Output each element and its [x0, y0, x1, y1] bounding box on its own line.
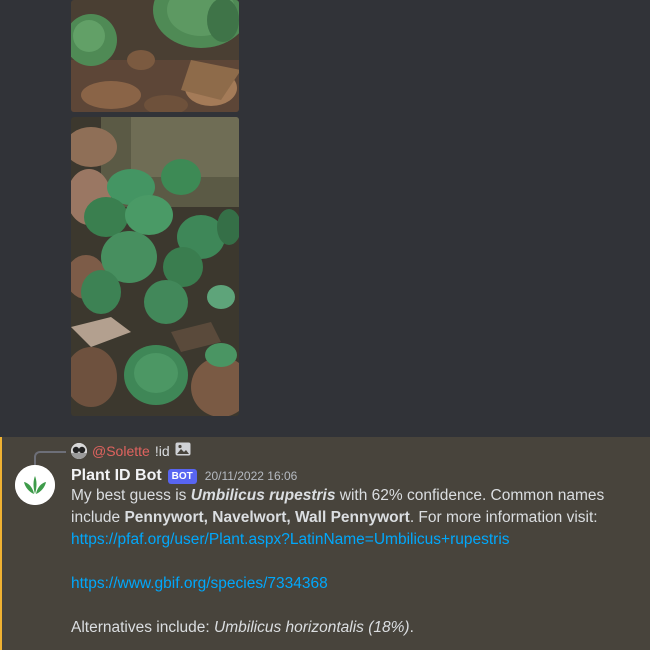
mention-highlight-bar: [0, 437, 2, 650]
bot-message: @Solette !id Plant ID Bot BOT 20/11/2022…: [0, 437, 650, 650]
image-icon: [175, 442, 191, 460]
alternatives-suffix: .: [409, 619, 414, 636]
alternatives-prefix: Alternatives include:: [71, 619, 215, 636]
plant-leaves-icon: [15, 465, 55, 505]
pfaf-link[interactable]: https://pfaf.org/user/Plant.aspx?LatinNa…: [71, 531, 510, 548]
reply-author[interactable]: @Solette: [92, 443, 150, 459]
message-timestamp: 20/11/2022 16:06: [204, 469, 298, 483]
attachment-image-2[interactable]: [71, 117, 239, 416]
species-name: Umbilicus rupestris: [190, 487, 336, 504]
common-names: Pennywort, Navelwort, Wall Pennywort: [124, 509, 410, 526]
alternative-species: Umbilicus horizontalis (18%): [214, 619, 410, 636]
reply-avatar[interactable]: [71, 443, 87, 459]
reply-text[interactable]: !id: [155, 443, 170, 459]
attachment-image-1[interactable]: [71, 0, 239, 112]
gbif-link[interactable]: https://www.gbif.org/species/7334368: [71, 575, 328, 592]
more-info-text: . For more information visit:: [409, 509, 598, 526]
bot-badge: BOT: [167, 468, 197, 484]
reply-spine: [34, 451, 66, 465]
intro-text: My best guess is: [71, 487, 191, 504]
bot-username[interactable]: Plant ID Bot: [71, 467, 162, 485]
message-content: My best guess is Umbilicus rupestris wit…: [71, 485, 646, 639]
bot-avatar[interactable]: [15, 465, 55, 505]
chat-area: @Solette !id Plant ID Bot BOT 20/11/2022…: [0, 0, 650, 650]
reply-reference[interactable]: @Solette !id: [71, 441, 191, 461]
message-header: Plant ID Bot BOT 20/11/2022 16:06: [71, 465, 297, 487]
alternatives-paragraph: Alternatives include: Umbilicus horizont…: [71, 617, 646, 639]
guess-paragraph: My best guess is Umbilicus rupestris wit…: [71, 485, 646, 529]
